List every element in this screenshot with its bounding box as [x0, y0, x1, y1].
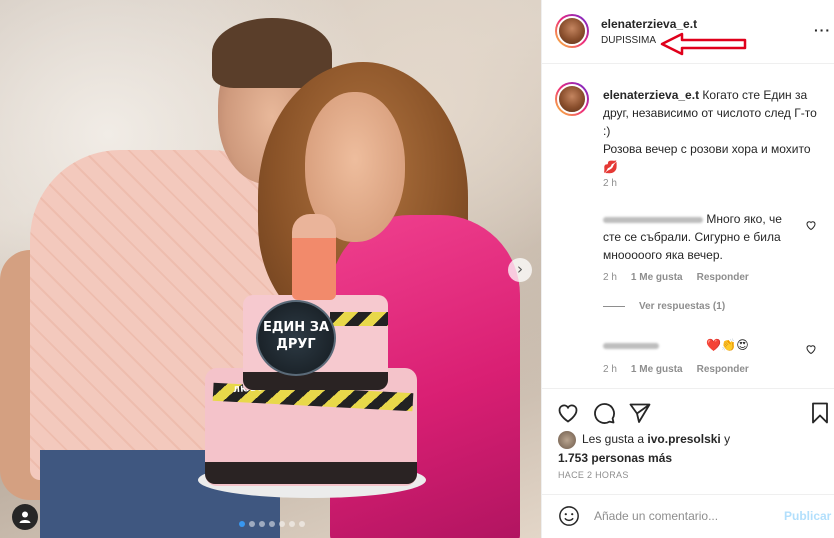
- post-actions: [542, 388, 834, 432]
- comment-1: Много яко, че сте се събрали. Сигурно е …: [603, 210, 799, 264]
- comment-1-likes[interactable]: 1 Me gusta: [631, 272, 683, 283]
- chevron-right-icon: ›: [517, 260, 523, 278]
- publish-button[interactable]: Publicar: [784, 509, 831, 523]
- carousel-dot: [239, 521, 245, 527]
- heart-icon[interactable]: [556, 401, 580, 425]
- post-side-panel: elenaterzieva_e.t DUPISSIMA ··· elenater…: [541, 0, 834, 538]
- comment-1-reply-button[interactable]: Responder: [697, 272, 749, 283]
- caption-avatar[interactable]: [555, 82, 589, 116]
- liker-avatar[interactable]: [558, 430, 576, 449]
- comment-2-reply-button[interactable]: Responder: [697, 364, 749, 375]
- emoji-icon[interactable]: [558, 505, 580, 527]
- caption-time: 2 h: [603, 178, 617, 189]
- comment-1-time: 2 h: [603, 272, 617, 283]
- post-photo[interactable]: ЛЮБОВ НА ИЗПИТАНИЕ ЕДИН ЗА ДРУГ ›: [0, 0, 541, 538]
- cake-figurine: [292, 214, 336, 300]
- comment-2: ❤️👏😍: [603, 336, 799, 354]
- cake-bottom-trim: [205, 462, 417, 484]
- caption-text-line2: Розова вечер с розови хора и мохито: [603, 142, 811, 156]
- carousel-dots: [239, 521, 305, 527]
- comment-icon[interactable]: [592, 401, 616, 425]
- caption-avatar-image: [557, 84, 587, 114]
- cake-top-trim: [243, 372, 388, 390]
- cake-logo-line2: ДРУГ: [276, 337, 316, 352]
- comment-1-username-blurred: [603, 216, 703, 223]
- view-replies-label[interactable]: Ver respuestas (1): [639, 301, 725, 312]
- carousel-dot: [279, 521, 285, 527]
- comment-input[interactable]: Añade un comentario...: [594, 509, 718, 523]
- comment-1-like-icon[interactable]: [805, 219, 817, 231]
- liker-username[interactable]: ivo.presolski: [647, 432, 720, 446]
- likes-prefix: Les gusta a: [582, 432, 648, 446]
- header-location[interactable]: DUPISSIMA: [601, 35, 656, 46]
- likes-count[interactable]: 1.753 personas más: [558, 451, 672, 465]
- carousel-dot: [259, 521, 265, 527]
- comment-2-likes[interactable]: 1 Me gusta: [631, 364, 683, 375]
- likes-summary: Les gusta a ivo.presolski y 1.753 person…: [558, 430, 828, 467]
- likes-suffix: y: [720, 432, 731, 446]
- person-icon: [19, 511, 31, 523]
- header-avatar[interactable]: [555, 14, 589, 48]
- comment-2-meta: 2 h 1 Me gusta Responder: [603, 364, 749, 375]
- tagged-users-button[interactable]: [12, 504, 38, 530]
- carousel-dot: [299, 521, 305, 527]
- caption: elenaterzieva_e.t Когато сте Един за дру…: [603, 86, 823, 176]
- carousel-dot: [269, 521, 275, 527]
- header-username[interactable]: elenaterzieva_e.t: [601, 17, 697, 31]
- more-options-icon[interactable]: ···: [814, 22, 831, 38]
- replies-divider: [603, 306, 625, 307]
- share-icon[interactable]: [628, 401, 652, 425]
- cake-logo-line1: ЕДИН ЗА: [262, 320, 330, 335]
- carousel-dot: [289, 521, 295, 527]
- view-replies[interactable]: Ver respuestas (1): [603, 301, 725, 312]
- save-icon[interactable]: [808, 401, 832, 425]
- comment-2-text: ❤️👏😍: [706, 338, 749, 352]
- comment-2-time: 2 h: [603, 364, 617, 375]
- comment-2-username-blurred: [603, 342, 659, 349]
- cake-top-band: [330, 312, 388, 326]
- comment-2-like-icon[interactable]: [805, 343, 817, 355]
- post-age: HACE 2 HORAS: [558, 470, 629, 480]
- header-avatar-image: [557, 16, 587, 46]
- kiss-emoji: 💋: [603, 160, 618, 174]
- annotation-arrow-icon: [660, 32, 747, 56]
- caption-username[interactable]: elenaterzieva_e.t: [603, 88, 699, 102]
- carousel-dot: [249, 521, 255, 527]
- next-photo-button[interactable]: ›: [508, 258, 532, 282]
- comment-1-meta: 2 h 1 Me gusta Responder: [603, 272, 749, 283]
- add-comment-bar: Añade un comentario... Publicar: [542, 494, 834, 538]
- cake-logo: ЕДИН ЗА ДРУГ: [256, 300, 336, 376]
